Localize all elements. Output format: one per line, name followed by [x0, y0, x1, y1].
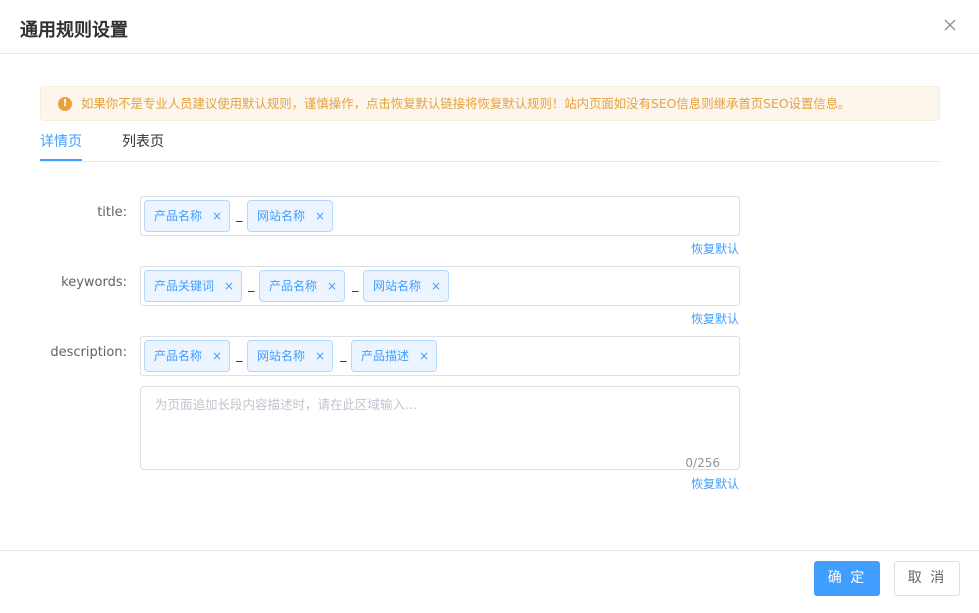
- dialog-header: 通用规则设置: [0, 0, 979, 54]
- tag-close-icon[interactable]: ×: [315, 341, 325, 371]
- tag: 产品描述 ×: [351, 340, 437, 372]
- tag-label: 网站名称: [257, 349, 306, 363]
- keywords-label: keywords:: [61, 275, 127, 290]
- alert-message: 如果你不是专业人员建议使用默认规则，谨慎操作，点击恢复默认链接将恢复默认规则！站…: [81, 96, 851, 111]
- tag: 网站名称 ×: [247, 200, 333, 232]
- tabs: 详情页 列表页: [40, 130, 940, 162]
- close-icon[interactable]: [941, 16, 959, 34]
- separator: _: [248, 278, 255, 293]
- tag: 网站名称 ×: [363, 270, 449, 302]
- title-label: title:: [97, 205, 127, 220]
- title-tag-input[interactable]: 产品名称 × _ 网站名称 ×: [140, 196, 740, 236]
- dialog-footer: 确 定 取 消: [0, 550, 979, 613]
- tab-list-page[interactable]: 列表页: [122, 134, 164, 150]
- confirm-button[interactable]: 确 定: [814, 561, 880, 596]
- keywords-tag-input[interactable]: 产品关键词 × _ 产品名称 × _ 网站名称 ×: [140, 266, 740, 306]
- tag-close-icon[interactable]: ×: [224, 271, 234, 301]
- description-textarea[interactable]: [141, 387, 739, 469]
- tag-close-icon[interactable]: ×: [212, 201, 222, 231]
- separator: _: [340, 348, 347, 363]
- separator: _: [352, 278, 359, 293]
- warning-alert: ! 如果你不是专业人员建议使用默认规则，谨慎操作，点击恢复默认链接将恢复默认规则…: [40, 86, 940, 121]
- tag: 产品关键词 ×: [144, 270, 242, 302]
- tag-close-icon[interactable]: ×: [419, 341, 429, 371]
- tag-label: 网站名称: [373, 279, 422, 293]
- tag-label: 网站名称: [257, 209, 306, 223]
- tag: 网站名称 ×: [247, 340, 333, 372]
- dialog-title: 通用规则设置: [20, 20, 128, 41]
- tag-label: 产品名称: [154, 349, 203, 363]
- description-textarea-box: 0/256: [140, 386, 740, 470]
- active-tab-indicator: [40, 159, 82, 161]
- description-restore-default-link[interactable]: 恢复默认: [640, 477, 739, 491]
- tag-label: 产品描述: [361, 349, 410, 363]
- tag-label: 产品名称: [269, 279, 318, 293]
- tag: 产品名称 ×: [144, 200, 230, 232]
- tag-close-icon[interactable]: ×: [327, 271, 337, 301]
- title-restore-default-link[interactable]: 恢复默认: [640, 242, 739, 256]
- separator: _: [236, 348, 243, 363]
- warning-icon: !: [58, 97, 72, 111]
- tag: 产品名称 ×: [259, 270, 345, 302]
- tag-close-icon[interactable]: ×: [315, 201, 325, 231]
- description-tag-input[interactable]: 产品名称 × _ 网站名称 × _ 产品描述 ×: [140, 336, 740, 376]
- tag-close-icon[interactable]: ×: [431, 271, 441, 301]
- keywords-restore-default-link[interactable]: 恢复默认: [640, 312, 739, 326]
- word-count: 0/256: [685, 456, 720, 470]
- tag-close-icon[interactable]: ×: [212, 341, 222, 371]
- tab-detail-page[interactable]: 详情页: [40, 134, 82, 150]
- description-label: description:: [50, 345, 127, 360]
- separator: _: [236, 208, 243, 223]
- tag: 产品名称 ×: [144, 340, 230, 372]
- tag-label: 产品名称: [154, 209, 203, 223]
- cancel-button[interactable]: 取 消: [894, 561, 960, 596]
- tag-label: 产品关键词: [154, 279, 215, 293]
